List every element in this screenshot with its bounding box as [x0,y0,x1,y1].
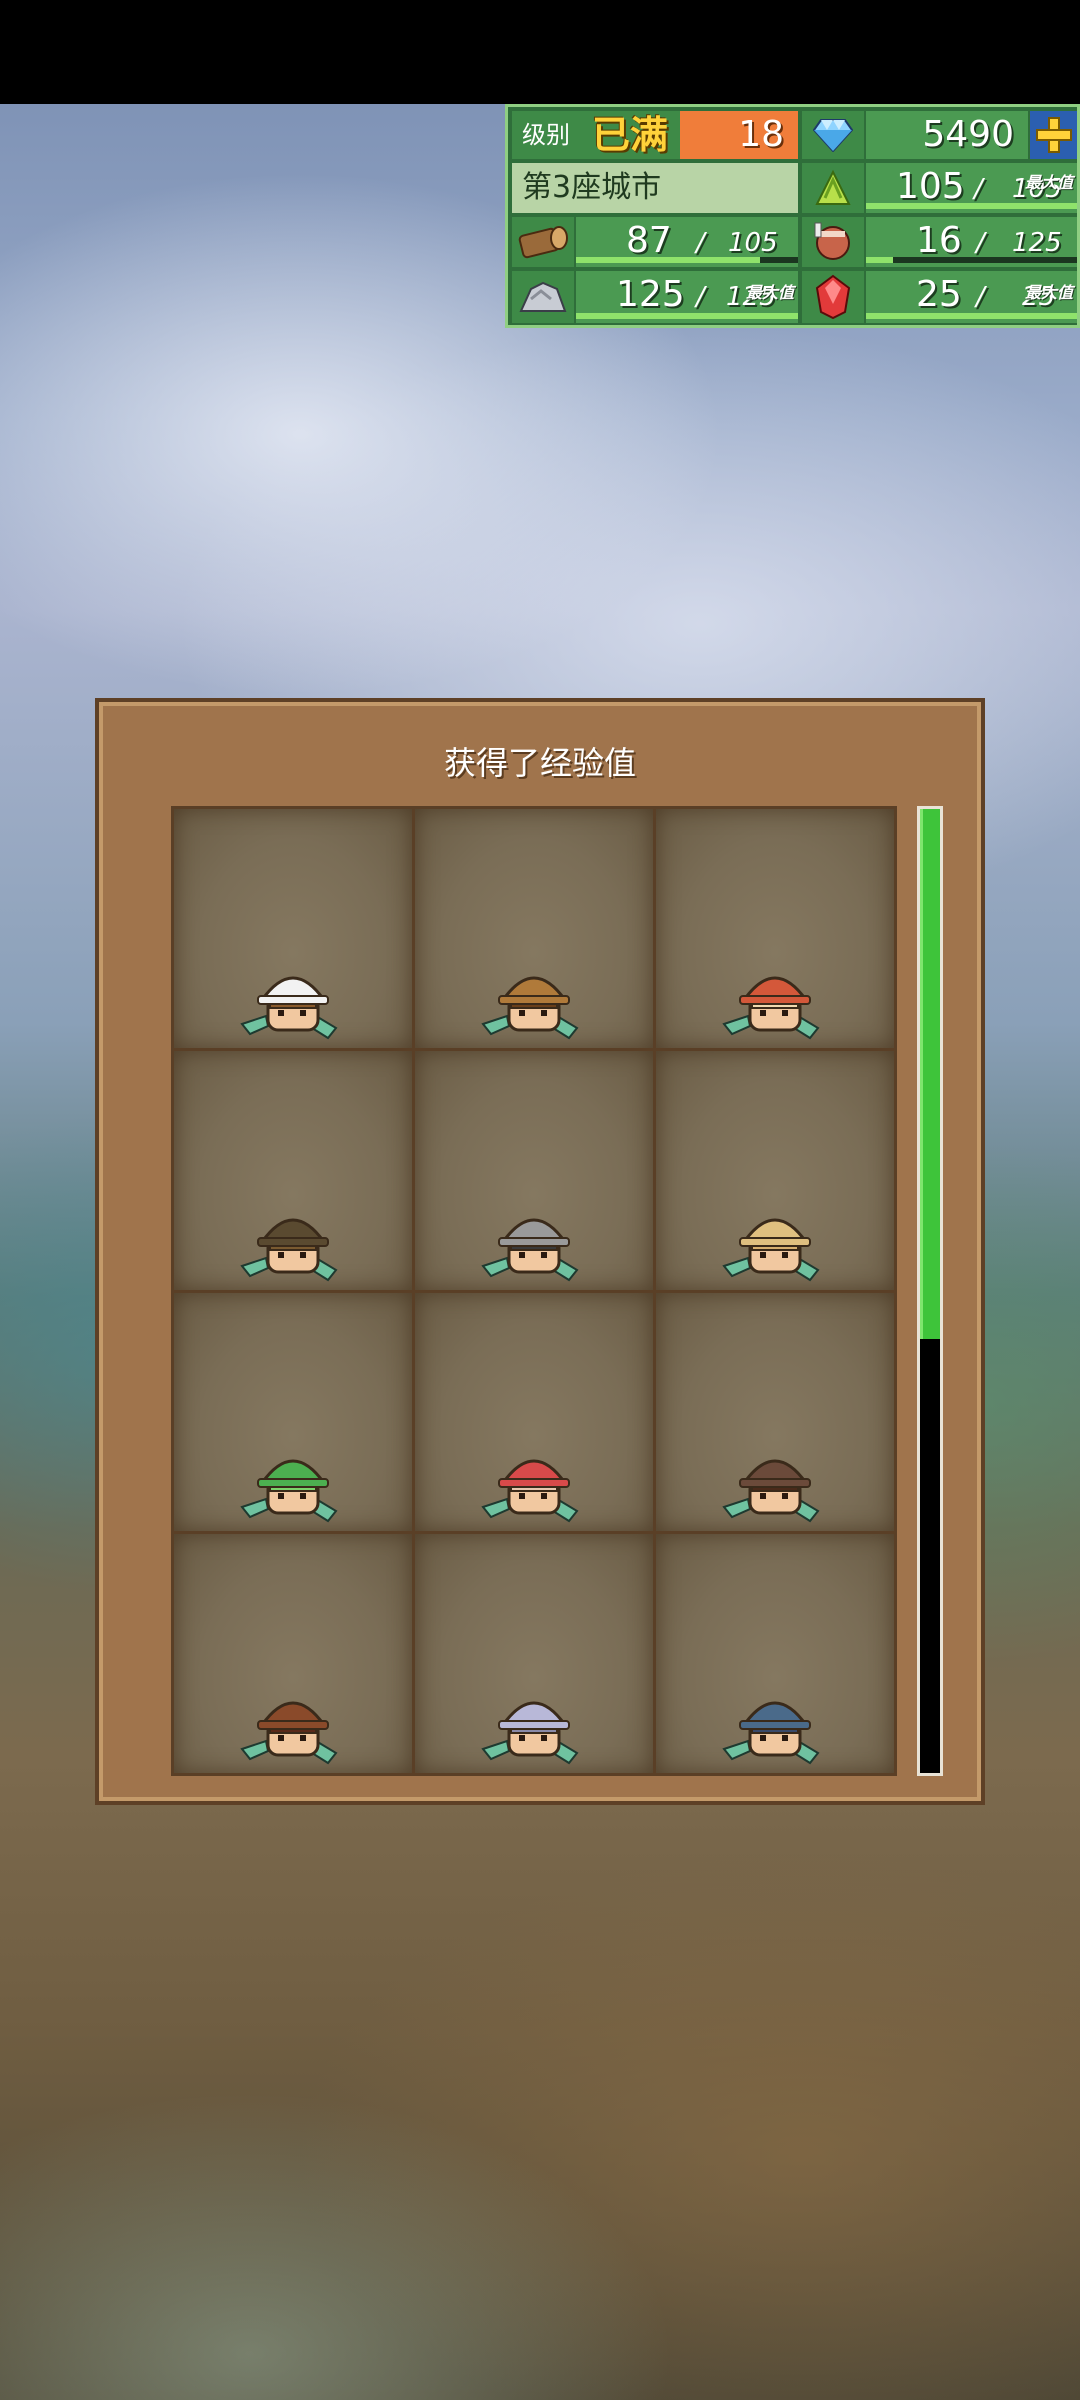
level-label: 级别 [512,111,580,159]
resource-hud: 级别 已满 18 5490 第3座城市 105 / 105 最大值 87 / 1… [505,104,1080,328]
hero-slot[interactable] [415,1050,653,1290]
hero-green-band-sprite [240,1218,338,1281]
hero-slot[interactable] [415,1292,653,1532]
status-bar [0,0,1080,104]
ruby-max-tag: 最大值 [1024,283,1073,302]
ore-current: 125 [616,274,685,315]
meat-icon [802,217,864,267]
ore-meter: 125 / 125 最大值 [576,271,798,323]
hero-slot[interactable] [415,1534,653,1773]
hero-red-helmet-sprite [481,1459,579,1523]
experience-progress-bar [917,806,943,1776]
hero-slot[interactable] [656,1292,894,1532]
gem-count: 5490 [866,111,1028,159]
meat-meter: 16 / 125 [866,217,1077,267]
ruby-meter: 25 / 25 最大值 [866,271,1077,323]
gem-icon [802,111,864,159]
hero-slot[interactable] [656,1050,894,1290]
add-gems-button[interactable] [1030,111,1077,159]
wood-bar [576,257,798,263]
hero-blond-cap-sprite [722,1218,820,1281]
hero-orange-cap-sprite [722,976,820,1040]
ore-bar [576,313,798,319]
hero-slot[interactable] [656,1534,894,1773]
hero-green-hair-sprite [240,1459,338,1523]
hero-slot[interactable] [174,1050,412,1290]
hero-slot[interactable] [174,1292,412,1532]
hero-slot[interactable] [415,809,653,1048]
hero-grid [171,806,897,1776]
hero-adventurer-sprite [481,976,579,1040]
wood-meter: 87 / 105 [576,217,798,267]
experience-progress-fill [920,809,940,1340]
hero-chef-sprite [240,976,338,1040]
hero-cowboy-sprite [722,1459,820,1523]
hero-slot[interactable] [656,809,894,1048]
meat-bar [866,257,1077,263]
city-name: 第3座城市 [512,163,798,213]
level-value: 18 [680,111,798,159]
crop-meter: 105 / 105 最大值 [866,163,1077,213]
experience-dialog: 获得了经验值 [95,698,985,1805]
crop-bar [866,203,1077,209]
ore-icon [512,271,574,323]
crop-max-tag: 最大值 [1024,173,1073,192]
ruby-current: 25 [916,274,962,315]
hero-brown-cap-sprite [240,1701,338,1765]
wood-icon [512,217,574,267]
hero-slot[interactable] [174,809,412,1048]
level-maxed-badge: 已满 [580,111,680,159]
ruby-icon [802,271,864,323]
plus-icon [1035,117,1072,153]
hero-steel-helmet-sprite [481,1218,579,1281]
hero-blue-cap-sprite [722,1701,820,1765]
dialog-title: 获得了经验值 [443,744,636,782]
ruby-bar [866,313,1077,319]
ore-max-tag: 最大值 [745,283,794,302]
hero-silver-helmet-sprite [481,1701,579,1765]
hero-slot[interactable] [174,1534,412,1773]
crop-icon [802,163,864,213]
